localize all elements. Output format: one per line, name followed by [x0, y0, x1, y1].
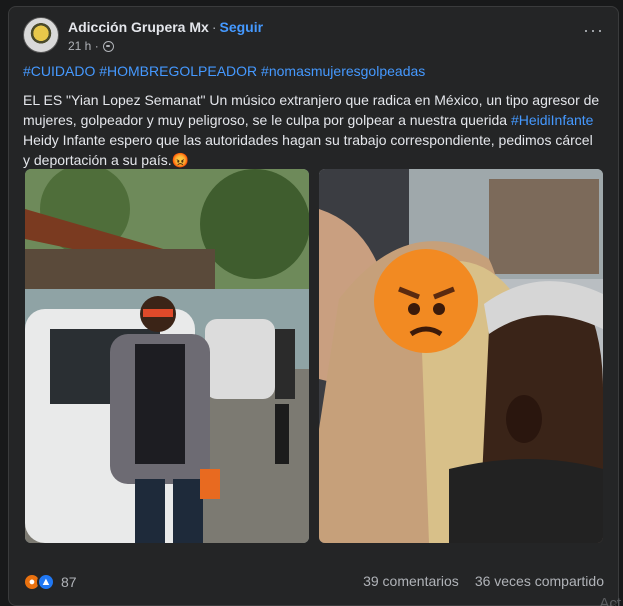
author-name[interactable]: Adicción Grupera Mx — [68, 19, 209, 35]
hashtag-link[interactable]: #HeidiInfante — [511, 112, 594, 128]
post-header: Adicción Grupera Mx · Seguir 21 h · ··· — [23, 17, 604, 57]
comments-count-link[interactable]: 39 comentarios — [363, 573, 459, 589]
photo-man-with-car — [25, 169, 309, 543]
post-meta: 21 h · — [68, 39, 114, 53]
shares-count-link[interactable]: 36 veces compartido — [475, 573, 604, 589]
separator: · — [211, 19, 217, 35]
post-body-text-2: Heidy Infante espero que las autoridades… — [23, 132, 593, 168]
post-card: Adicción Grupera Mx · Seguir 21 h · ··· #C… — [8, 6, 619, 606]
angry-emoji: 😡 — [171, 152, 190, 168]
photo-selfie-couple — [319, 169, 603, 543]
author-line: Adicción Grupera Mx · Seguir — [68, 19, 263, 35]
page-avatar[interactable] — [23, 17, 59, 53]
activate-windows-watermark: Act — [599, 595, 621, 606]
post-photo-right[interactable] — [319, 169, 603, 543]
post-stats: 39 comentarios 36 veces compartido — [363, 573, 604, 589]
more-options-button[interactable]: ··· — [583, 21, 604, 39]
globe-icon — [102, 40, 114, 52]
post-photo-left[interactable] — [25, 169, 309, 543]
post-hashtags[interactable]: #CUIDADO #HOMBREGOLPEADOR #nomasmujeresg… — [23, 63, 604, 79]
reactions-summary[interactable]: ● ▲ 87 — [23, 573, 77, 591]
post-time[interactable]: 21 h · — [68, 39, 99, 53]
like-reaction-icon: ▲ — [37, 573, 55, 591]
post-body: EL ES "Yian Lopez Semanat" Un músico ext… — [23, 90, 603, 170]
reaction-count: 87 — [61, 574, 77, 590]
follow-button[interactable]: Seguir — [219, 19, 263, 35]
